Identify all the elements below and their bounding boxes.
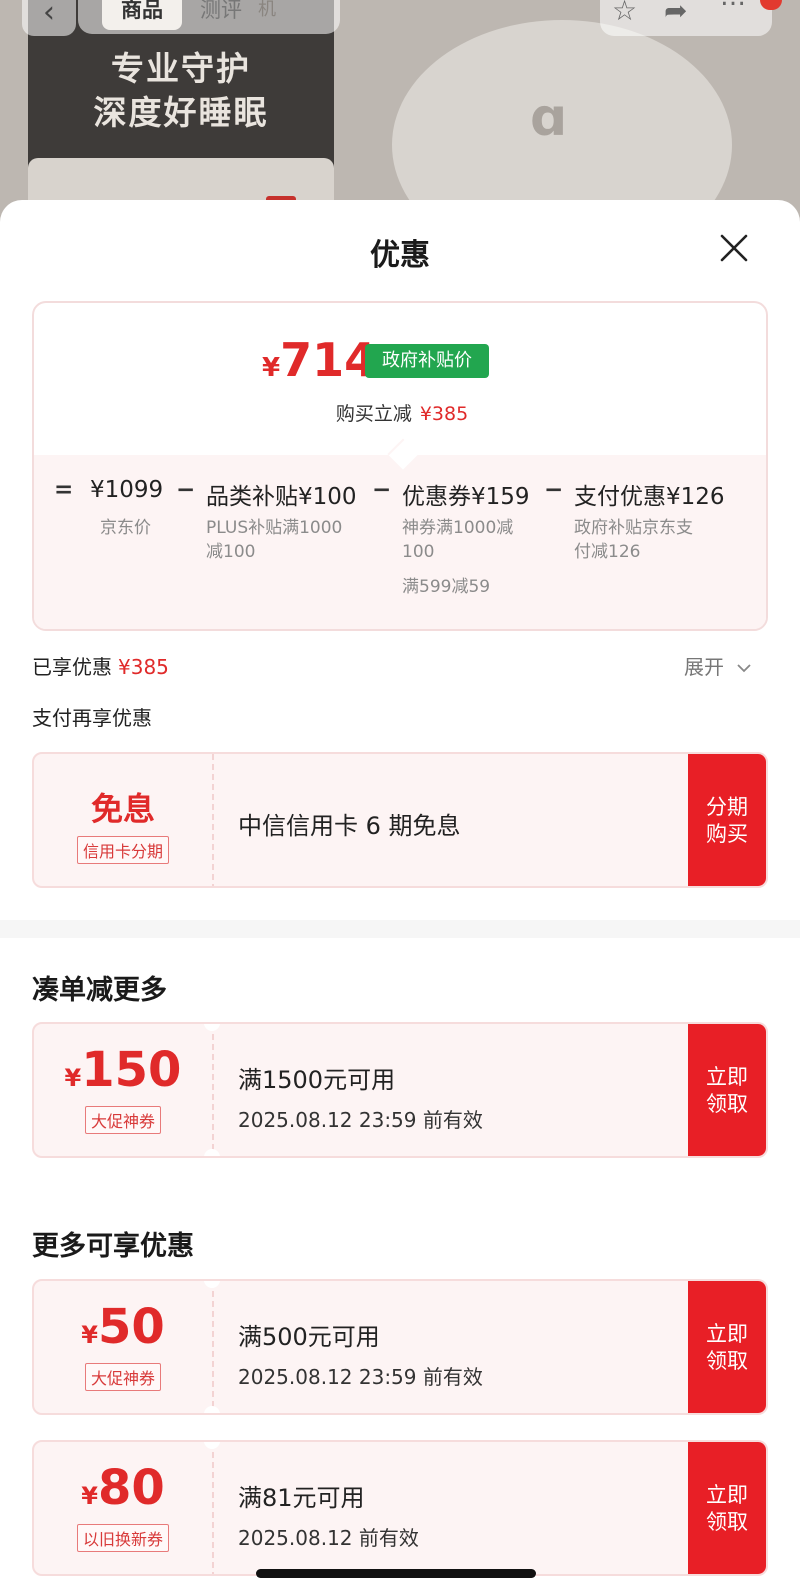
- coupon-card: ¥150 大促神券 满1500元可用 2025.08.12 23:59 前有效 …: [32, 1022, 768, 1158]
- coupon-amount: 150: [81, 1042, 182, 1098]
- coupon-amount: 80: [97, 1460, 165, 1516]
- share-icon[interactable]: ➦: [664, 0, 687, 27]
- coupon-card: ¥80 以旧换新券 满81元可用 2025.08.12 前有效 立即 领取: [32, 1440, 768, 1576]
- applied-discount-amount: ¥385: [118, 655, 169, 679]
- category-subsidy: 品类补贴¥100: [206, 484, 357, 510]
- coupon-value: ¥80: [34, 1460, 212, 1516]
- installment-value: 免息: [90, 790, 155, 828]
- instant-discount-line: 购买立减 ¥385: [34, 399, 766, 426]
- coupon-divider: [212, 1024, 214, 1156]
- coupon-expiry: 2025.08.12 23:59 前有效: [238, 1365, 483, 1389]
- minus-sign-2: −: [372, 477, 392, 503]
- expand-label: 展开: [684, 655, 724, 679]
- coupon-value: ¥150: [34, 1042, 212, 1098]
- button-line1: 立即: [706, 1065, 748, 1089]
- chevron-down-icon: [737, 664, 751, 673]
- coupon-expiry: 2025.08.12 前有效: [238, 1526, 419, 1550]
- claim-coupon-button[interactable]: 立即 领取: [688, 1442, 766, 1574]
- top-bar: ‹ 商品 测评 机 ☆ ➦ …: [0, 0, 800, 48]
- sheet-title: 优惠: [370, 238, 430, 273]
- coupon-detail-2: 100: [402, 542, 435, 562]
- button-line2: 领取: [706, 1510, 748, 1534]
- coupon-divider: [212, 754, 214, 886]
- tab-review[interactable]: 测评: [200, 0, 242, 30]
- payment-detail-1: 政府补贴京东支: [574, 518, 693, 538]
- jd-price: ¥1099: [90, 477, 164, 503]
- poster-slogan-line1: 专业守护: [111, 49, 251, 88]
- discount-sheet: 优惠 ¥714 政府补贴价 购买立减 ¥385 = ¥1099 − 品类补贴¥10…: [0, 200, 800, 1594]
- coupon-card: ¥50 大促神券 满500元可用 2025.08.12 23:59 前有效 立即…: [32, 1279, 768, 1415]
- coupon-currency: ¥: [81, 1482, 98, 1510]
- installment-offer-card: 免息 信用卡分期 中信信用卡 6 期免息 分期 购买: [32, 752, 768, 888]
- applied-discount-label: 已享优惠: [32, 655, 112, 679]
- installment-tag-label: 信用卡分期: [76, 836, 169, 864]
- price-value: 714: [280, 333, 377, 387]
- poster-slogan-line2: 深度好睡眠: [93, 93, 269, 132]
- category-detail-1: PLUS补贴满1000: [206, 518, 343, 538]
- coupon-tag-label: 大促神券: [84, 1106, 161, 1134]
- minus-sign-1: −: [176, 477, 196, 503]
- bundle-heading: 凑单减更多: [32, 975, 167, 1006]
- coupon-condition: 满1500元可用: [238, 1066, 396, 1094]
- coupon-condition: 满81元可用: [238, 1484, 365, 1512]
- coupon-condition: 满500元可用: [238, 1323, 380, 1351]
- coupon-left: ¥150 大促神券: [34, 1024, 212, 1156]
- coupon-detail-1: 神券满1000减: [402, 518, 514, 538]
- coupon-tag: 大促神券: [34, 1363, 212, 1391]
- button-line2: 购买: [706, 822, 748, 846]
- price-summary-card: ¥714 政府补贴价 购买立减 ¥385 = ¥1099 − 品类补贴¥100 −…: [32, 301, 768, 631]
- payment-discount: 支付优惠¥126: [574, 484, 725, 510]
- final-price: ¥714: [262, 333, 376, 387]
- minus-sign-3: −: [544, 477, 564, 503]
- category-detail-2: 减100: [206, 542, 256, 562]
- coupon-left: ¥80 以旧换新券: [34, 1442, 212, 1574]
- coupon-tag: 大促神券: [34, 1106, 212, 1134]
- back-button[interactable]: ‹: [22, 0, 76, 36]
- button-line1: 立即: [706, 1322, 748, 1346]
- coupon-tag-label: 大促神券: [84, 1363, 161, 1391]
- price-currency: ¥: [262, 353, 281, 383]
- star-icon[interactable]: ☆: [612, 0, 637, 27]
- button-line2: 领取: [706, 1349, 748, 1373]
- installment-tag: 信用卡分期: [34, 836, 212, 864]
- instant-discount-label: 购买立减: [335, 403, 412, 425]
- pay-offers-heading: 支付再享优惠: [32, 706, 152, 730]
- applied-discount: 已享优惠 ¥385: [32, 651, 169, 680]
- equals-sign: =: [54, 477, 74, 503]
- tab-faint-text: 机: [258, 0, 276, 20]
- tab-product[interactable]: 商品: [102, 0, 182, 30]
- more-offers-heading: 更多可享优惠: [32, 1231, 194, 1262]
- button-line2: 领取: [706, 1092, 748, 1116]
- expand-button[interactable]: 展开: [684, 651, 752, 680]
- brand-logo: ɑ: [530, 88, 568, 148]
- coupon-expiry: 2025.08.12 23:59 前有效: [238, 1108, 483, 1132]
- gov-subsidy-badge: 政府补贴价: [365, 344, 489, 378]
- more-icon[interactable]: …: [720, 0, 747, 12]
- coupon-detail-3: 满599减59: [402, 577, 491, 597]
- coupon-left: 免息 信用卡分期: [34, 754, 212, 886]
- coupon-divider: [212, 1442, 214, 1574]
- installment-description: 中信信用卡 6 期免息: [238, 812, 461, 840]
- coupon-value: ¥50: [34, 1299, 212, 1355]
- coupon-amount: 50: [97, 1299, 165, 1355]
- home-indicator[interactable]: [256, 1569, 536, 1578]
- section-separator: [0, 920, 800, 938]
- payment-detail-2: 付减126: [574, 542, 641, 562]
- coupon-discount: 优惠券¥159: [402, 484, 530, 510]
- close-icon[interactable]: [716, 230, 752, 266]
- claim-coupon-button[interactable]: 立即 领取: [688, 1024, 766, 1156]
- coupon-tag-label: 以旧换新券: [76, 1524, 169, 1552]
- coupon-tag: 以旧换新券: [34, 1524, 212, 1552]
- instant-discount-amount: ¥385: [419, 403, 469, 425]
- claim-coupon-button[interactable]: 立即 领取: [688, 1281, 766, 1413]
- coupon-currency: ¥: [81, 1321, 98, 1349]
- chevron-left-icon: ‹: [43, 0, 55, 30]
- coupon-left: ¥50 大促神券: [34, 1281, 212, 1413]
- installment-buy-button[interactable]: 分期 购买: [688, 754, 766, 886]
- jd-price-label: 京东价: [100, 518, 151, 538]
- button-line1: 立即: [706, 1483, 748, 1507]
- button-line1: 分期: [706, 795, 748, 819]
- coupon-divider: [212, 1281, 214, 1413]
- coupon-currency: ¥: [64, 1064, 82, 1092]
